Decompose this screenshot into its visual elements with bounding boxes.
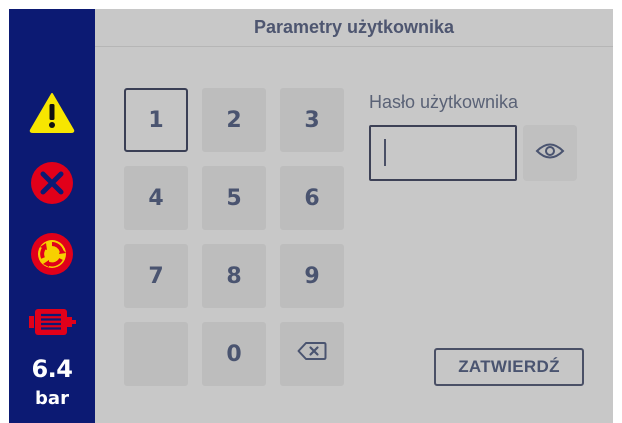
- key-2[interactable]: 2: [202, 88, 266, 152]
- warning-icon: [9, 87, 95, 137]
- pressure-value: 6.4: [31, 355, 73, 383]
- error-icon: [9, 159, 95, 207]
- page-header: Parametry użytkownika: [95, 9, 613, 47]
- main-panel: Parametry użytkownika 1 2 3 4 5 6 7 8 9 …: [95, 9, 613, 423]
- key-0[interactable]: 0: [202, 322, 266, 386]
- backspace-key[interactable]: [280, 322, 344, 386]
- app-frame: 6.4 bar Parametry użytkownika 1 2 3 4 5 …: [9, 9, 613, 423]
- motor-icon: [9, 305, 95, 339]
- password-input[interactable]: [369, 125, 517, 181]
- recirculation-icon: [9, 230, 95, 278]
- show-password-button[interactable]: [523, 125, 577, 181]
- confirm-button[interactable]: ZATWIERDŹ: [434, 348, 584, 386]
- backspace-icon: [297, 341, 327, 367]
- key-6[interactable]: 6: [280, 166, 344, 230]
- key-1[interactable]: 1: [124, 88, 188, 152]
- key-8[interactable]: 8: [202, 244, 266, 308]
- pressure-unit: bar: [35, 388, 69, 409]
- password-label: Hasło użytkownika: [369, 92, 519, 112]
- eye-icon: [535, 141, 565, 165]
- key-5[interactable]: 5: [202, 166, 266, 230]
- key-3[interactable]: 3: [280, 88, 344, 152]
- key-7[interactable]: 7: [124, 244, 188, 308]
- text-caret: [384, 139, 386, 166]
- status-sidebar: 6.4 bar: [9, 9, 95, 423]
- page-title: Parametry użytkownika: [253, 17, 455, 37]
- key-4[interactable]: 4: [124, 166, 188, 230]
- key-blank: [124, 322, 188, 386]
- key-9[interactable]: 9: [280, 244, 344, 308]
